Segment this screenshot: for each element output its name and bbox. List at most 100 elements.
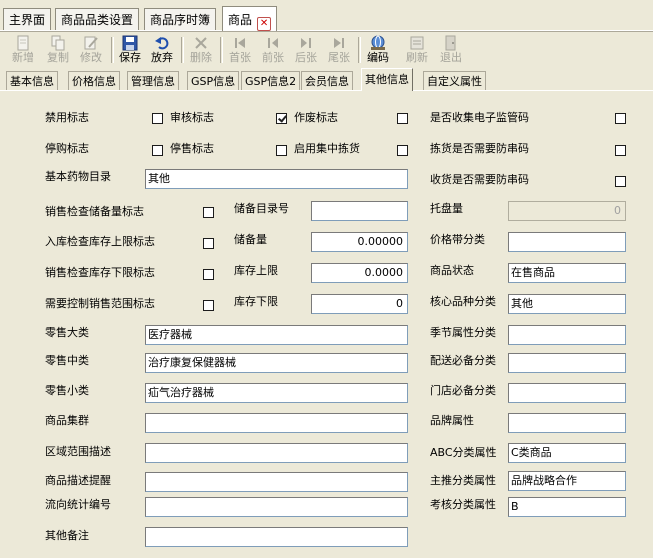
- price-band-label: 价格带分类: [430, 233, 485, 246]
- edit-button[interactable]: 修改: [76, 35, 106, 65]
- brand-field[interactable]: [508, 413, 626, 433]
- toolbar-separator: [220, 37, 223, 63]
- reserve-catalog-field[interactable]: [311, 201, 408, 221]
- discard-button[interactable]: 放弃: [147, 35, 177, 65]
- tab-gsp-info-2-label: GSP信息2: [245, 75, 297, 88]
- stock-upper-label: 库存上限: [234, 264, 278, 277]
- code-button[interactable]: 编码: [363, 35, 393, 65]
- exit-button[interactable]: 退出: [436, 35, 466, 65]
- abc-field[interactable]: C类商品: [508, 443, 626, 463]
- tab-goods-list[interactable]: 商品序时簿: [144, 8, 217, 30]
- prev-label: 前张: [262, 51, 284, 64]
- main-push-field[interactable]: 品牌战略合作: [508, 471, 626, 491]
- tab-gsp-info[interactable]: GSP信息: [187, 71, 240, 90]
- retail-mid-field[interactable]: 治疗康复保健器械: [145, 353, 408, 373]
- receive-code-checkbox[interactable]: [615, 176, 626, 187]
- void-flag-checkbox[interactable]: [276, 113, 287, 124]
- pallet-label: 托盘量: [430, 202, 463, 215]
- status-field[interactable]: 在售商品: [508, 263, 626, 283]
- sale-check-lower-label: 销售检查库存下限标志: [45, 266, 155, 279]
- assess-field[interactable]: B: [508, 497, 626, 517]
- delete-button[interactable]: 删除: [186, 35, 216, 65]
- refresh-button[interactable]: 刷新: [402, 35, 432, 65]
- tab-main-label: 主界面: [9, 13, 46, 27]
- tab-category-settings[interactable]: 商品品类设置: [55, 8, 140, 30]
- stop-sale-checkbox[interactable]: [276, 145, 287, 156]
- goods-group-label: 商品集群: [45, 414, 89, 427]
- retail-mid-label: 零售中类: [45, 354, 89, 367]
- price-band-field[interactable]: [508, 232, 626, 252]
- tab-custom-attributes[interactable]: 自定义属性: [423, 71, 486, 90]
- prev-record-icon: [268, 38, 278, 48]
- copy-label: 复制: [47, 51, 69, 64]
- tab-member-info[interactable]: 会员信息: [301, 71, 353, 90]
- control-range-checkbox[interactable]: [203, 300, 214, 311]
- retail-major-field[interactable]: 医疗器械: [145, 325, 408, 345]
- delivery-required-field[interactable]: [508, 353, 626, 373]
- prev-button[interactable]: 前张: [258, 35, 288, 65]
- tab-basic-info-label: 基本信息: [10, 75, 54, 88]
- first-button[interactable]: 首张: [225, 35, 255, 65]
- region-desc-field[interactable]: [145, 443, 408, 463]
- tab-member-info-label: 会员信息: [305, 75, 349, 88]
- review-flag-checkbox[interactable]: [152, 113, 163, 124]
- tab-gsp-info-label: GSP信息: [191, 75, 236, 88]
- stop-purchase-label: 停购标志: [45, 142, 89, 155]
- stop-sale-label: 停售标志: [170, 142, 214, 155]
- tab-other-info[interactable]: 其他信息: [361, 68, 413, 91]
- tab-price-info[interactable]: 价格信息: [68, 71, 120, 90]
- save-button[interactable]: 保存: [115, 35, 145, 65]
- last-record-icon: [334, 38, 344, 48]
- store-required-field[interactable]: [508, 383, 626, 403]
- in-check-upper-label: 入库检查库存上限标志: [45, 235, 155, 248]
- tab-basic-info[interactable]: 基本信息: [6, 71, 58, 90]
- stock-upper-field[interactable]: 0.0000: [311, 263, 408, 283]
- core-category-label: 核心品种分类: [430, 295, 496, 308]
- pallet-field[interactable]: 0: [508, 201, 626, 221]
- refresh-label: 刷新: [406, 51, 428, 64]
- retail-major-label: 零售大类: [45, 326, 89, 339]
- reserve-qty-field[interactable]: 0.00000: [311, 232, 408, 252]
- central-pick-checkbox[interactable]: [397, 145, 408, 156]
- tab-management-info[interactable]: 管理信息: [127, 71, 179, 90]
- retail-minor-field[interactable]: 疝气治疗器械: [145, 383, 408, 403]
- collect-code-checkbox[interactable]: [615, 113, 626, 124]
- disable-flag-checkbox[interactable]: [397, 113, 408, 124]
- stock-lower-label: 库存下限: [234, 295, 278, 308]
- void-flag-label: 作废标志: [294, 111, 338, 124]
- exit-label: 退出: [440, 51, 462, 64]
- flow-code-field[interactable]: [145, 497, 408, 517]
- main-push-label: 主推分类属性: [430, 474, 496, 487]
- next-button[interactable]: 后张: [291, 35, 321, 65]
- store-required-label: 门店必备分类: [430, 384, 496, 397]
- status-label: 商品状态: [430, 264, 474, 277]
- flow-code-label: 流向统计编号: [45, 498, 111, 511]
- desc-reminder-field[interactable]: [145, 472, 408, 492]
- pick-code-checkbox[interactable]: [615, 145, 626, 156]
- core-category-field[interactable]: 其他: [508, 294, 626, 314]
- stop-purchase-checkbox[interactable]: [152, 145, 163, 156]
- stock-lower-field[interactable]: 0: [311, 294, 408, 314]
- tab-other-info-label: 其他信息: [365, 73, 409, 86]
- next-label: 后张: [295, 51, 317, 64]
- exit-door-icon: [445, 35, 456, 51]
- goods-group-field[interactable]: [145, 413, 408, 433]
- close-icon[interactable]: ✕: [257, 17, 272, 31]
- season-field[interactable]: [508, 325, 626, 345]
- tab-goods[interactable]: 商品 ✕: [222, 6, 278, 31]
- in-check-upper-checkbox[interactable]: [203, 238, 214, 249]
- save-disk-icon: [122, 35, 138, 51]
- copy-icon: [51, 35, 65, 51]
- undo-icon: [155, 37, 169, 50]
- essential-drug-field[interactable]: 其他: [145, 169, 408, 189]
- next-record-icon: [301, 38, 311, 48]
- region-desc-label: 区域范围描述: [45, 445, 111, 458]
- sale-check-lower-checkbox[interactable]: [203, 269, 214, 280]
- new-button[interactable]: 新增: [8, 35, 38, 65]
- last-button[interactable]: 尾张: [324, 35, 354, 65]
- other-remark-field[interactable]: [145, 527, 408, 547]
- copy-button[interactable]: 复制: [43, 35, 73, 65]
- tab-main[interactable]: 主界面: [3, 8, 52, 30]
- sale-check-reserve-checkbox[interactable]: [203, 207, 214, 218]
- tab-gsp-info-2[interactable]: GSP信息2: [241, 71, 301, 90]
